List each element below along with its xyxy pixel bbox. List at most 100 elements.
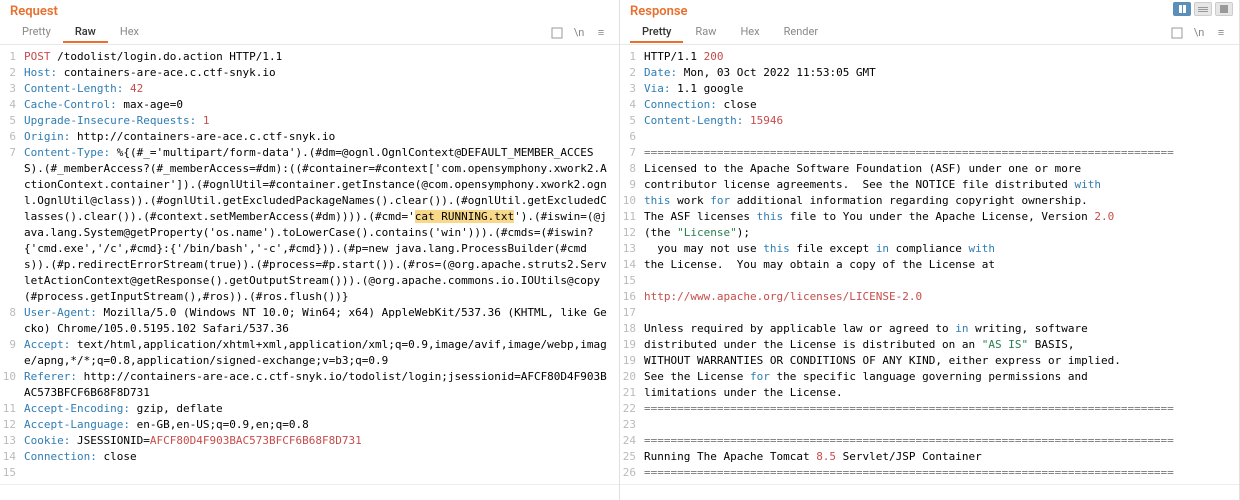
request-actions-icon[interactable] <box>549 25 565 41</box>
response-line-number: 18 <box>620 321 644 337</box>
response-line: 26======================================… <box>620 465 1239 481</box>
response-title: Response <box>620 0 1239 21</box>
request-line-content: Content-Type: %{(#_='multipart/form-data… <box>24 145 619 305</box>
response-line-content: HTTP/1.1 200 <box>644 49 1239 65</box>
request-panel: Request PrettyRawHex \n ≡ 1POST /todolis… <box>0 0 620 500</box>
layout-rows-button[interactable] <box>1194 2 1212 16</box>
response-line: 1HTTP/1.1 200 <box>620 49 1239 65</box>
request-line-content <box>24 465 619 481</box>
request-line: 14Connection: close <box>0 449 619 465</box>
request-line-number: 1 <box>0 49 24 65</box>
request-line-number: 8 <box>0 305 24 337</box>
response-line-number: 11 <box>620 209 644 225</box>
response-line: 13 you may not use this file except in c… <box>620 241 1239 257</box>
request-line-number: 6 <box>0 129 24 145</box>
response-line: 4Connection: close <box>620 97 1239 113</box>
response-line-number: 24 <box>620 433 644 449</box>
response-menu-icon[interactable]: ≡ <box>1213 25 1229 41</box>
response-line-number: 10 <box>620 193 644 209</box>
response-line-content: ========================================… <box>644 145 1239 161</box>
response-line-content: ========================================… <box>644 433 1239 449</box>
request-line-content: Referer: http://containers-are-ace.c.ctf… <box>24 369 619 401</box>
response-line: 19WITHOUT WARRANTIES OR CONDITIONS OF AN… <box>620 353 1239 369</box>
response-line-number: 13 <box>620 241 644 257</box>
response-line-number: 26 <box>620 465 644 481</box>
response-line: 15 <box>620 273 1239 289</box>
response-line: 21limitations under the License. <box>620 385 1239 401</box>
request-line-content: Host: containers-are-ace.c.ctf-snyk.io <box>24 65 619 81</box>
response-line: 9contributor license agreements. See the… <box>620 177 1239 193</box>
response-line-number: 17 <box>620 305 644 321</box>
response-line: 2Date: Mon, 03 Oct 2022 11:53:05 GMT <box>620 65 1239 81</box>
request-line: 10Referer: http://containers-are-ace.c.c… <box>0 369 619 401</box>
response-line: 20See the License for the specific langu… <box>620 369 1239 385</box>
request-line-number: 4 <box>0 97 24 113</box>
request-tabs: PrettyRawHex \n ≡ <box>0 21 619 45</box>
request-line: 15 <box>0 465 619 481</box>
response-line-content: WITHOUT WARRANTIES OR CONDITIONS OF ANY … <box>644 353 1239 369</box>
response-line-content: Running The Apache Tomcat 8.5 Servlet/JS… <box>644 449 1239 465</box>
response-line-content: The ASF licenses this file to You under … <box>644 209 1239 225</box>
layout-columns-button[interactable] <box>1173 2 1191 16</box>
response-line-content: Connection: close <box>644 97 1239 113</box>
request-line: 6Origin: http://containers-are-ace.c.ctf… <box>0 129 619 145</box>
request-tab-hex[interactable]: Hex <box>108 22 151 43</box>
response-line: 23 <box>620 417 1239 433</box>
request-line-number: 15 <box>0 465 24 481</box>
response-line-content: Licensed to the Apache Software Foundati… <box>644 161 1239 177</box>
request-line-content: Cache-Control: max-age=0 <box>24 97 619 113</box>
response-line-number: 16 <box>620 289 644 305</box>
response-line-number: 25 <box>620 449 644 465</box>
response-line-number: 2 <box>620 65 644 81</box>
response-line-content: ========================================… <box>644 465 1239 481</box>
response-line-number: 12 <box>620 225 644 241</box>
response-tab-hex[interactable]: Hex <box>728 22 771 43</box>
response-line-number: 19 <box>620 353 644 369</box>
layout-controls <box>1173 2 1233 16</box>
response-line-content: limitations under the License. <box>644 385 1239 401</box>
response-line-content: Content-Length: 15946 <box>644 113 1239 129</box>
response-tab-pretty[interactable]: Pretty <box>630 22 683 43</box>
response-line-content <box>644 417 1239 433</box>
request-line: 2Host: containers-are-ace.c.ctf-snyk.io <box>0 65 619 81</box>
response-line-number: 20 <box>620 369 644 385</box>
request-line-number: 3 <box>0 81 24 97</box>
request-menu-icon[interactable]: ≡ <box>593 25 609 41</box>
response-line-number: 19 <box>620 337 644 353</box>
request-line: 8User-Agent: Mozilla/5.0 (Windows NT 10.… <box>0 305 619 337</box>
response-line-number: 6 <box>620 129 644 145</box>
layout-single-button[interactable] <box>1215 2 1233 16</box>
request-tab-pretty[interactable]: Pretty <box>10 22 63 43</box>
response-line: 7=======================================… <box>620 145 1239 161</box>
request-line: 7Content-Type: %{(#_='multipart/form-dat… <box>0 145 619 305</box>
request-line-content: Accept: text/html,application/xhtml+xml,… <box>24 337 619 369</box>
response-newline-toggle[interactable]: \n <box>1191 25 1207 41</box>
request-tab-raw[interactable]: Raw <box>63 22 108 43</box>
response-tab-raw[interactable]: Raw <box>683 22 728 43</box>
response-line-number: 4 <box>620 97 644 113</box>
request-line-number: 7 <box>0 145 24 305</box>
request-line-number: 10 <box>0 369 24 401</box>
response-actions-icon[interactable] <box>1169 25 1185 41</box>
request-line-content: User-Agent: Mozilla/5.0 (Windows NT 10.0… <box>24 305 619 337</box>
response-line-number: 14 <box>620 257 644 273</box>
response-line-content: See the License for the specific languag… <box>644 369 1239 385</box>
response-line-content: ========================================… <box>644 401 1239 417</box>
request-line-number: 2 <box>0 65 24 81</box>
request-line-content: Accept-Language: en-GB,en-US;q=0.9,en;q=… <box>24 417 619 433</box>
request-line: 1POST /todolist/login.do.action HTTP/1.1 <box>0 49 619 65</box>
request-body[interactable]: 1POST /todolist/login.do.action HTTP/1.1… <box>0 45 619 484</box>
response-body[interactable]: 1HTTP/1.1 2002Date: Mon, 03 Oct 2022 11:… <box>620 45 1239 484</box>
response-line-number: 9 <box>620 177 644 193</box>
request-line-content: POST /todolist/login.do.action HTTP/1.1 <box>24 49 619 65</box>
response-line-number: 15 <box>620 273 644 289</box>
request-line-number: 5 <box>0 113 24 129</box>
response-tab-render[interactable]: Render <box>772 22 830 43</box>
request-line-content: Connection: close <box>24 449 619 465</box>
response-line-content: this work for additional information reg… <box>644 193 1239 209</box>
request-line: 3Content-Length: 42 <box>0 81 619 97</box>
response-footer <box>620 484 1239 500</box>
request-newline-toggle[interactable]: \n <box>571 25 587 41</box>
response-line-number: 22 <box>620 401 644 417</box>
request-title: Request <box>0 0 619 21</box>
